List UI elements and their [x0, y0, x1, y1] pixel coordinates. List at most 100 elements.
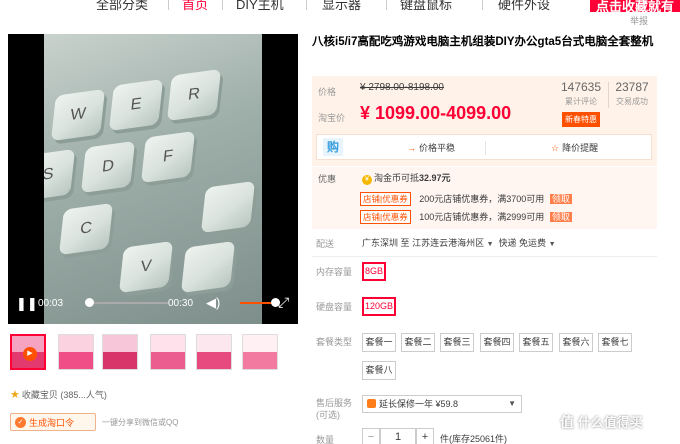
thumbnail-image[interactable]: [196, 334, 232, 370]
stat-divider: [608, 82, 609, 108]
quantity-decrease-button[interactable]: −: [362, 428, 380, 444]
disk-option-120gb[interactable]: 120GB: [362, 297, 396, 316]
favorite-label: 收藏宝贝: [21, 390, 58, 400]
ship-to-selector[interactable]: 江苏连云港海州区 ▼: [412, 238, 493, 248]
package-option[interactable]: 套餐五: [519, 333, 553, 352]
current-price: ¥ 1099.00-4099.00: [360, 103, 512, 123]
thumbnail-image[interactable]: [102, 334, 138, 370]
smzdm-logo-icon: 值: [560, 414, 574, 430]
coupon-text: 200元店铺优惠券，满3700可用: [419, 194, 545, 204]
star-icon: ★: [10, 389, 20, 401]
package-option[interactable]: 套餐三: [440, 333, 474, 352]
watermark-text: 什么值得买: [577, 415, 643, 430]
package-option[interactable]: 套餐四: [480, 333, 514, 352]
nav-divider: [386, 0, 387, 10]
package-option[interactable]: 套餐一: [362, 333, 396, 352]
review-stat[interactable]: 147635 累计评论: [556, 80, 606, 107]
chevron-down-icon: ▼: [548, 241, 556, 248]
quantity-input[interactable]: 1: [380, 428, 416, 444]
package-option[interactable]: 套餐六: [559, 333, 593, 352]
nav-divider: [168, 0, 169, 10]
coupon-row: 店铺|优惠券 100元店铺优惠券，满2999可用 领取: [360, 210, 572, 224]
thumbnail-image[interactable]: [150, 334, 186, 370]
coin-offer: ¥ 淘金币可抵32.97元: [362, 171, 451, 185]
chevron-down-icon: ▼: [508, 399, 516, 408]
taokouling-icon: ✓: [15, 417, 26, 428]
nav-keyboard-mouse[interactable]: 键盘鼠标: [400, 0, 452, 12]
favorite-item[interactable]: ★ 收藏宝贝 (385...人气): [10, 388, 107, 401]
promo-label: 优惠: [318, 174, 337, 184]
memory-option-8gb[interactable]: 8GB: [362, 262, 386, 281]
price-trend-label: 价格平稳: [419, 143, 456, 153]
coupon-tag: 店铺|优惠券: [360, 192, 411, 206]
coupon-tag-sub: 优惠券: [382, 194, 408, 204]
coupon-tag-label: 店铺: [363, 212, 381, 222]
service-value: 延长保修一年 ¥59.8: [379, 399, 459, 409]
shipping-info: 广东深圳 至 江苏连云港海州区 ▼ 快递 免运费 ▼: [362, 236, 556, 249]
video-progress-handle[interactable]: [85, 298, 94, 307]
promo-tag: 新春特惠: [562, 112, 600, 127]
taobao-price-label: 淘宝价: [318, 113, 346, 123]
price-trend-button[interactable]: → 价格平稳: [407, 141, 455, 154]
coupon-tag-sub: 优惠券: [382, 212, 408, 222]
pause-icon[interactable]: ❚❚: [16, 296, 38, 312]
ship-from: 广东深圳: [362, 238, 399, 248]
product-video-player[interactable]: W E R S D F C V ❚❚ 00:03 00:30 ◀) ⤢: [8, 34, 298, 324]
video-duration: 00:30: [168, 298, 194, 309]
nav-peripherals[interactable]: 硬件外设: [498, 0, 550, 12]
taokouling-label: 生成淘口令: [29, 417, 75, 428]
thumbnail-image[interactable]: [242, 334, 278, 370]
favorite-count: (385...人气): [60, 390, 107, 400]
coupon-tag: 店铺|优惠券: [360, 210, 411, 224]
coin-amount: 32.97元: [419, 173, 451, 183]
price-label: 价格: [318, 87, 337, 97]
nav-home[interactable]: 首页: [182, 0, 208, 12]
top-nav: 全部分类 首页 DIY主机 显示器 键盘鼠标 硬件外设 点击收藏就有: [0, 0, 680, 12]
coupon-get-button[interactable]: 领取: [549, 212, 572, 222]
quantity-increase-button[interactable]: +: [416, 428, 434, 444]
promotions-panel: 优惠 ¥ 淘金币可抵32.97元 店铺|优惠券 200元店铺优惠券，满3700可用…: [312, 167, 657, 229]
fullscreen-icon[interactable]: ⤢: [278, 294, 289, 311]
coupon-get-button[interactable]: 领取: [549, 194, 572, 204]
keyboard-key: D: [80, 140, 136, 194]
coupon-text: 100元店铺优惠券，满2999可用: [419, 212, 545, 222]
ship-method: 快递 免运费: [498, 238, 547, 248]
star-outline-icon: ☆: [551, 143, 560, 153]
nav-diy-pc[interactable]: DIY主机: [236, 0, 284, 12]
nav-all-categories[interactable]: 全部分类: [96, 0, 148, 12]
sales-stat: 23787 交易成功: [612, 80, 652, 107]
thumbnail-video[interactable]: ▶: [10, 334, 46, 370]
keyboard-key: [180, 240, 236, 294]
nav-monitors[interactable]: 显示器: [322, 0, 361, 12]
service-select[interactable]: 延长保修一年 ¥59.8 ▼: [362, 395, 522, 413]
package-option[interactable]: 套餐八: [362, 361, 396, 380]
package-option[interactable]: 套餐七: [598, 333, 632, 352]
sales-label: 交易成功: [616, 97, 648, 106]
video-current-time: 00:03: [38, 298, 64, 309]
package-label: 套餐类型: [316, 337, 353, 347]
price-panel: 价格 ¥ 2798.00-8198.00 147635 累计评论 23787 交…: [312, 76, 657, 166]
keyboard-key: R: [166, 68, 222, 122]
keyboard-key: E: [108, 78, 164, 132]
memory-label: 内存容量: [316, 267, 353, 277]
sales-count: 23787: [615, 80, 649, 94]
nav-divider: [482, 0, 483, 10]
favorite-promo-banner[interactable]: 点击收藏就有: [590, 0, 680, 12]
quantity-label: 数量: [316, 435, 335, 444]
keyboard-key: W: [50, 88, 106, 142]
share-text[interactable]: 一键分享到微信或QQ: [102, 417, 178, 428]
tools-divider: [485, 141, 486, 155]
nav-divider: [306, 0, 307, 10]
thumbnail-image[interactable]: [58, 334, 94, 370]
report-link[interactable]: 举报: [630, 14, 648, 27]
keyboard-key: C: [58, 202, 114, 256]
package-option[interactable]: 套餐二: [401, 333, 435, 352]
price-alert-button[interactable]: ☆ 降价提醒: [551, 141, 598, 154]
price-alert-label: 降价提醒: [562, 143, 599, 153]
generate-taokouling-button[interactable]: ✓ 生成淘口令: [10, 413, 96, 431]
product-title: 八核i5/i7高配吃鸡游戏电脑主机组装DIY办公gta5台式电脑全套整机: [312, 36, 654, 48]
review-count: 147635: [560, 80, 602, 94]
ship-to: 江苏连云港海州区: [412, 238, 485, 248]
volume-icon[interactable]: ◀): [206, 295, 220, 311]
video-progress-track[interactable]: [86, 302, 168, 304]
